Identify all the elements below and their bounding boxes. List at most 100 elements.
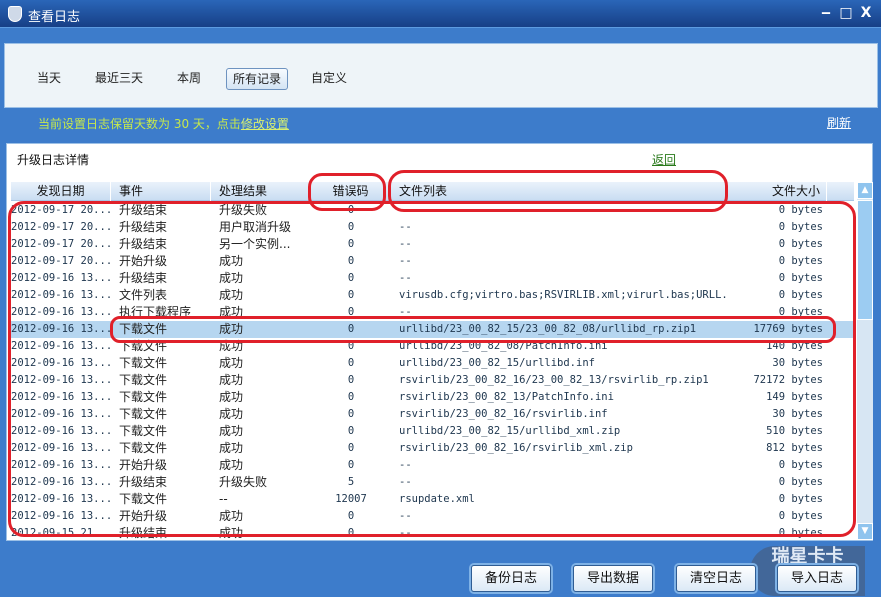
cell-error-code: 0 (347, 527, 355, 539)
cell-event: 升级结束 (119, 526, 168, 540)
cell-error-code: 0 (347, 204, 355, 216)
close-button[interactable]: X (858, 5, 874, 21)
cell-date: 2012-09-17 20... (11, 238, 111, 250)
cell-error-code: 12007 (335, 493, 367, 505)
scrollbar-thumb[interactable] (857, 200, 873, 320)
cell-file-size: 0 bytes (778, 272, 823, 284)
cell-result: 成功 (219, 356, 244, 370)
column-result[interactable]: 处理结果 (211, 182, 311, 201)
scroll-down-arrow-icon[interactable]: ▼ (857, 523, 873, 540)
cell-event: 下载文件 (119, 492, 168, 506)
maximize-button[interactable]: □ (838, 5, 854, 21)
import-log-button[interactable]: 导入日志 (777, 565, 857, 592)
tab-all-records[interactable]: 所有记录 (226, 68, 289, 90)
table-row[interactable]: 2012-09-16 13... 下载文件 -- 12007 rsupdate.xml 0… (11, 491, 854, 508)
cell-file-list: urllibd/23_00_82_08/PatchInfo.ini (399, 340, 608, 352)
minimize-button[interactable]: ‒ (818, 5, 834, 21)
table-row[interactable]: 2012-09-16 13... 下载文件 成功 0 urllibd/23_00_82_… (11, 423, 854, 440)
table-row[interactable]: 2012-09-17 20... 升级结束 另一个实例... 0 -- 0 bytes (11, 236, 854, 253)
cell-file-size: 0 bytes (778, 459, 823, 471)
cell-result: 成功 (219, 271, 244, 285)
cell-date: 2012-09-16 13... (11, 391, 111, 403)
column-date[interactable]: 发现日期 (11, 182, 111, 201)
cell-date: 2012-09-17 20... (11, 221, 111, 233)
column-error-code[interactable]: 错误码 (311, 182, 391, 201)
cell-result: -- (219, 492, 228, 506)
cell-file-list: -- (399, 238, 412, 250)
table-row[interactable]: 2012-09-16 13... 下载文件 成功 0 rsvirlib/23_00_82… (11, 389, 854, 406)
scroll-up-arrow-icon[interactable]: ▲ (857, 182, 873, 199)
column-event[interactable]: 事件 (111, 182, 211, 201)
cell-result: 成功 (219, 373, 244, 387)
table-row[interactable]: 2012-09-16 13... 下载文件 成功 0 rsvirlib/23_00_82… (11, 440, 854, 457)
table-row[interactable]: 2012-09-16 13... 下载文件 成功 0 rsvirlib/23_00_82… (11, 406, 854, 423)
backup-log-button[interactable]: 备份日志 (471, 565, 551, 592)
table-row[interactable]: 2012-09-16 13... 下载文件 成功 0 rsvirlib/23_00_82… (11, 372, 854, 389)
table-row[interactable]: 2012-09-17 20... 升级结束 升级失败 0 0 bytes (11, 202, 854, 219)
cell-result: 成功 (219, 526, 244, 540)
tab-this-week[interactable]: 本周 (171, 68, 207, 90)
table-row[interactable]: 2012-09-17 20... 开始升级 成功 0 -- 0 bytes (11, 253, 854, 270)
back-link[interactable]: 返回 (652, 151, 676, 168)
cell-error-code: 5 (347, 476, 355, 488)
tab-today[interactable]: 当天 (31, 68, 67, 90)
cell-result: 成功 (219, 322, 244, 336)
cell-file-size: 0 bytes (778, 493, 823, 505)
cell-event: 执行下载程序 (119, 305, 192, 319)
cell-event: 升级结束 (119, 271, 168, 285)
cell-event: 升级结束 (119, 203, 168, 217)
cell-date: 2012-09-16 13... (11, 340, 111, 352)
cell-result: 成功 (219, 441, 244, 455)
cell-date: 2012-09-16 13... (11, 272, 111, 284)
cell-event: 升级结束 (119, 220, 168, 234)
cell-date: 2012-09-16 13... (11, 425, 111, 437)
tab-custom[interactable]: 自定义 (305, 68, 353, 90)
table-row[interactable]: 2012-09-16 13... 升级结束 升级失败 5 -- 0 bytes (11, 474, 854, 491)
table-row[interactable]: 2012-09-16 13... 下载文件 成功 0 urllibd/23_00_82_… (11, 355, 854, 372)
cell-result: 成功 (219, 305, 244, 319)
cell-error-code: 0 (347, 510, 355, 522)
table-row[interactable]: 2012-09-16 13... 下载文件 成功 0 urllibd/23_00_82_… (11, 321, 854, 338)
table-row[interactable]: 2012-09-15 21... 升级结束 成功 0 -- 0 bytes (11, 525, 854, 540)
vertical-scrollbar[interactable]: ▲ ▼ (857, 182, 873, 540)
table-row[interactable]: 2012-09-17 20... 升级结束 用户取消升级 0 -- 0 bytes (11, 219, 854, 236)
log-table-body: 2012-09-17 20... 升级结束 升级失败 0 0 bytes 2012-09-… (11, 202, 854, 540)
cell-file-list: rsupdate.xml (399, 493, 475, 505)
cell-date: 2012-09-16 13... (11, 323, 111, 335)
cell-date: 2012-09-16 13... (11, 408, 111, 420)
cell-error-code: 0 (347, 323, 355, 335)
cell-file-list: -- (399, 510, 412, 522)
clear-log-button[interactable]: 清空日志 (676, 565, 756, 592)
cell-file-list: -- (399, 459, 412, 471)
table-row[interactable]: 2012-09-16 13... 开始升级 成功 0 -- 0 bytes (11, 508, 854, 525)
cell-error-code: 0 (347, 340, 355, 352)
cell-file-size: 17769 bytes (753, 323, 823, 335)
table-row[interactable]: 2012-09-16 13... 执行下载程序 成功 0 -- 0 bytes (11, 304, 854, 321)
table-row[interactable]: 2012-09-16 13... 开始升级 成功 0 -- 0 bytes (11, 457, 854, 474)
notice-text: 当前设置日志保留天数为 30 天，点击 (38, 117, 241, 131)
cell-result: 用户取消升级 (219, 220, 292, 234)
cell-error-code: 0 (347, 374, 355, 386)
cell-event: 下载文件 (119, 373, 168, 387)
cell-file-list: rsvirlib/23_00_82_16/23_00_82_13/rsvirli… (399, 374, 709, 386)
refresh-link[interactable]: 刷新 (827, 114, 851, 131)
cell-error-code: 0 (347, 425, 355, 437)
export-data-button[interactable]: 导出数据 (573, 565, 653, 592)
cell-file-size: 0 bytes (778, 476, 823, 488)
cell-date: 2012-09-16 13... (11, 459, 111, 471)
column-file-list[interactable]: 文件列表 (391, 182, 727, 201)
cell-event: 下载文件 (119, 322, 168, 336)
table-row[interactable]: 2012-09-16 13... 升级结束 成功 0 -- 0 bytes (11, 270, 854, 287)
cell-event: 开始升级 (119, 509, 168, 523)
cell-file-size: 0 bytes (778, 306, 823, 318)
column-file-size[interactable]: 文件大小 (727, 182, 827, 201)
cell-file-list: rsvirlib/23_00_82_16/rsvirlib_xml.zip (399, 442, 633, 454)
cell-date: 2012-09-16 13... (11, 493, 111, 505)
tab-last-three-days[interactable]: 最近三天 (89, 68, 149, 90)
cell-event: 开始升级 (119, 458, 168, 472)
cell-result: 成功 (219, 254, 244, 268)
cell-file-list: -- (399, 272, 412, 284)
table-row[interactable]: 2012-09-16 13... 文件列表 成功 0 virusdb.cfg;virtr… (11, 287, 854, 304)
table-row[interactable]: 2012-09-16 13... 下载文件 成功 0 urllibd/23_00_82_… (11, 338, 854, 355)
modify-settings-link[interactable]: 修改设置 (241, 117, 289, 131)
